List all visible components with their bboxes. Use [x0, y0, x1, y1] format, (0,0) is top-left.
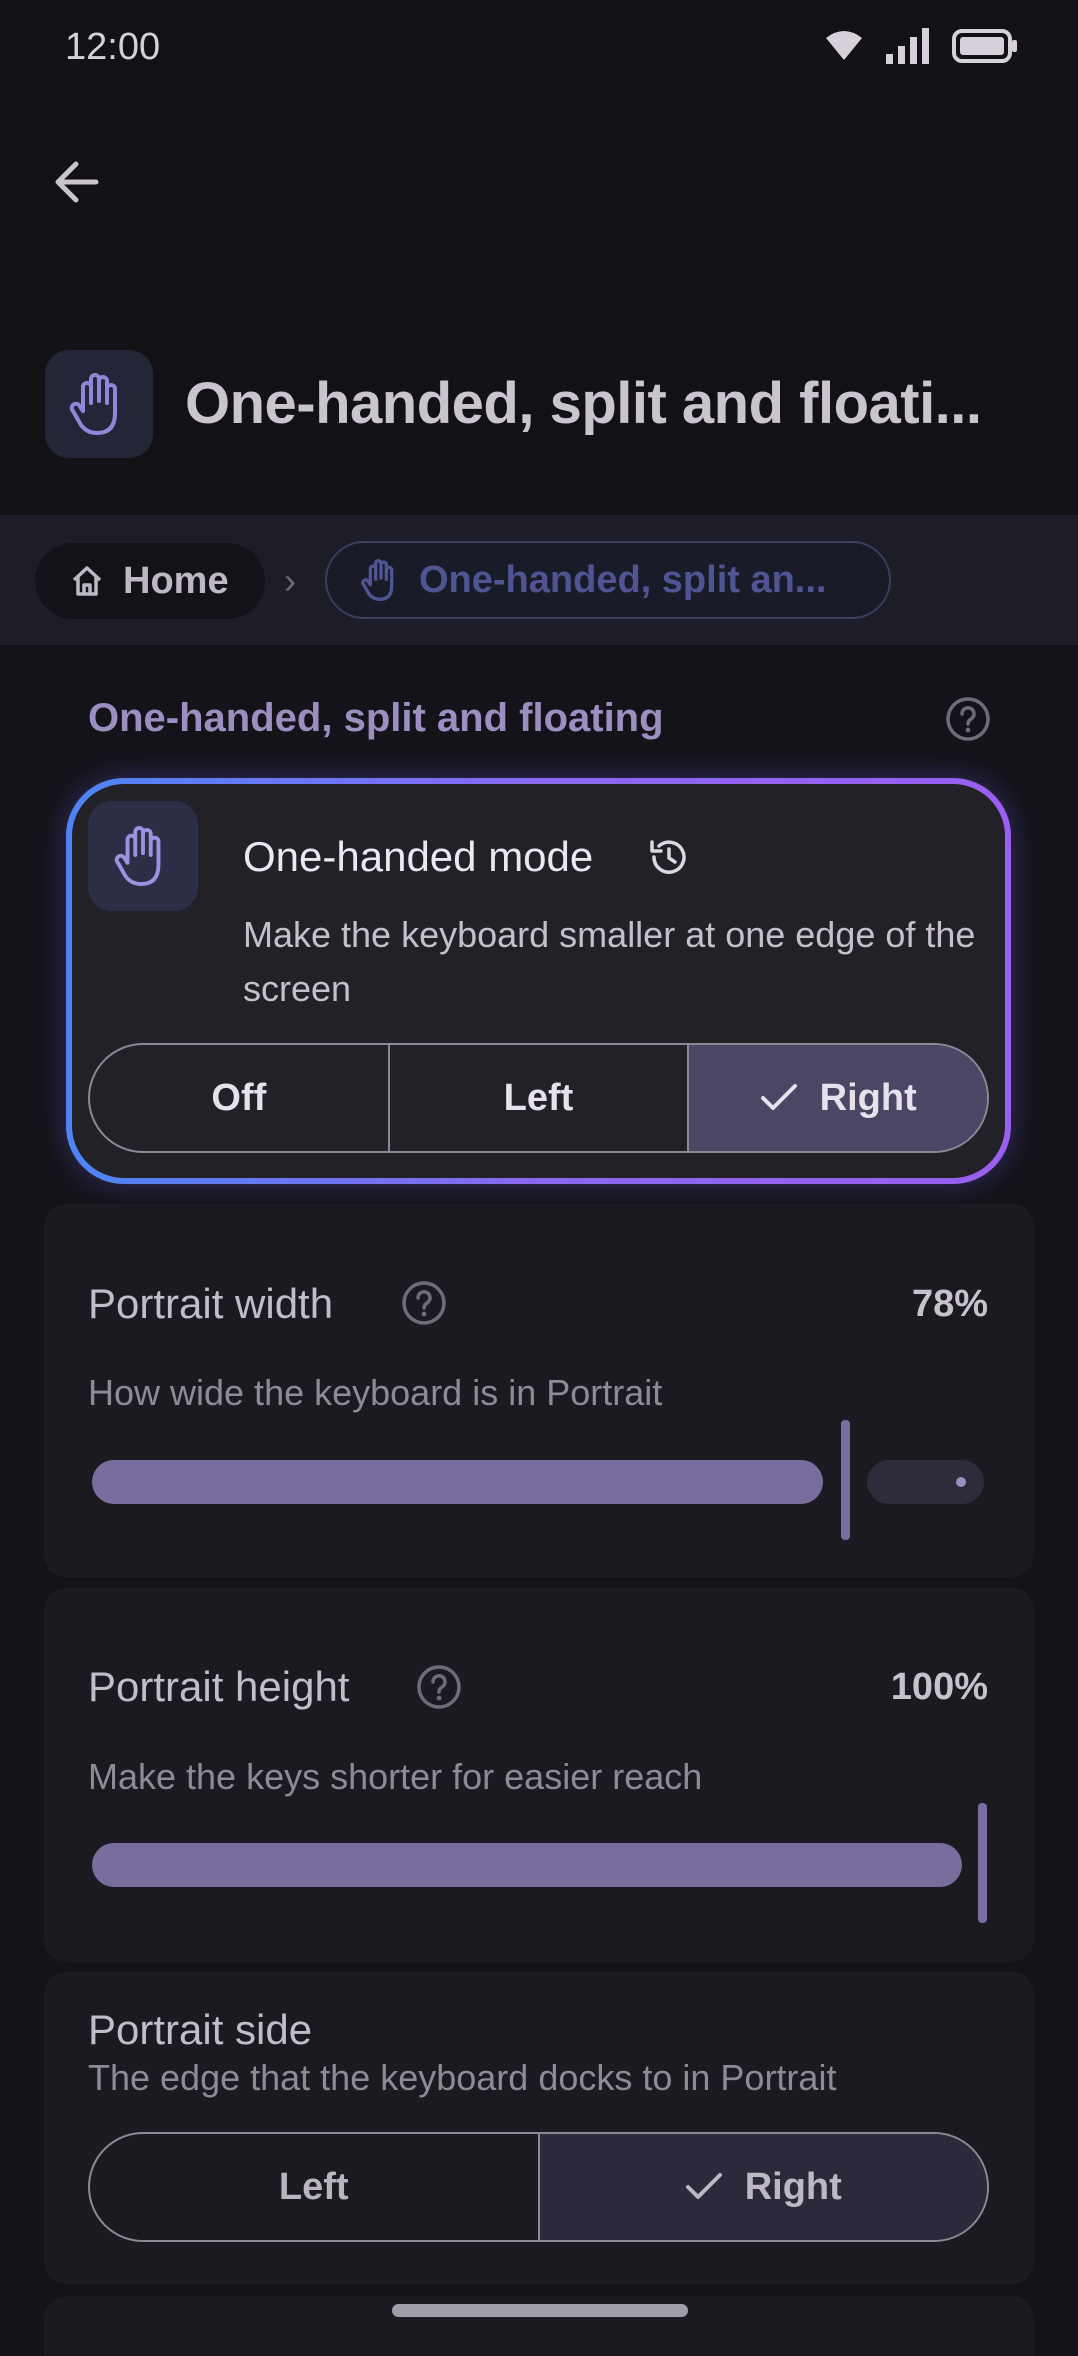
portrait-width-slider[interactable] [92, 1420, 984, 1540]
check-icon [685, 2173, 722, 2199]
check-icon [760, 1084, 797, 1110]
portrait-width-help-button[interactable] [400, 1279, 448, 1332]
back-button[interactable] [48, 152, 108, 212]
portrait-width-value: 78% [911, 1283, 988, 1325]
side-option-right[interactable]: Right [539, 2134, 987, 2240]
portrait-height-value: 100% [890, 1666, 988, 1708]
breadcrumb-home[interactable]: Home [35, 543, 265, 619]
side-option-left-label: Left [278, 2165, 349, 2208]
portrait-side-selector: Left Right [88, 2132, 989, 2242]
home-indicator[interactable] [392, 2304, 688, 2317]
status-icons [824, 28, 1018, 64]
side-option-left[interactable]: Left [90, 2134, 540, 2240]
option-off-label: Off [211, 1076, 267, 1119]
portrait-side-description: The edge that the keyboard docks to in P… [88, 2057, 837, 2098]
history-icon [650, 840, 686, 874]
breadcrumb-current-label: One-handed, split an... [419, 558, 827, 601]
back-arrow-icon [55, 161, 99, 203]
portrait-width-description: How wide the keyboard is in Portrait [88, 1372, 663, 1413]
help-icon [417, 1665, 461, 1709]
hand-icon [69, 373, 117, 435]
signal-icon [886, 28, 929, 64]
portrait-height-description: Make the keys shorter for easier reach [88, 1756, 703, 1797]
status-time: 12:00 [65, 26, 161, 68]
option-left-label: Left [503, 1076, 574, 1119]
one-handed-mode-icon [88, 801, 198, 911]
section-title: One-handed, split and floating [88, 696, 664, 740]
section-help-button[interactable] [944, 695, 992, 748]
slider-thumb[interactable] [841, 1420, 850, 1540]
portrait-height-label: Portrait height [88, 1663, 350, 1710]
one-handed-mode-description: Make the keyboard smaller at one edge of… [243, 914, 976, 1009]
hand-icon [114, 826, 161, 886]
option-right[interactable]: Right [689, 1045, 987, 1151]
slider-thumb[interactable] [978, 1803, 987, 1923]
slider-active-track [92, 1843, 962, 1887]
option-left[interactable]: Left [390, 1045, 690, 1151]
portrait-height-slider[interactable] [92, 1803, 992, 1923]
portrait-height-help-button[interactable] [415, 1663, 463, 1716]
portrait-side-label: Portrait side [88, 2006, 313, 2053]
help-icon [402, 1281, 446, 1325]
help-icon [946, 697, 990, 741]
top-app-area [0, 0, 1078, 515]
option-off[interactable]: Off [90, 1045, 390, 1151]
page-title: One-handed, split and floati... [185, 371, 982, 436]
wifi-icon [826, 31, 862, 60]
breadcrumb-home-label: Home [123, 559, 229, 602]
page-icon [45, 350, 153, 458]
side-option-right-label: Right [744, 2165, 842, 2208]
breadcrumb-current[interactable]: One-handed, split an... [325, 541, 891, 619]
reset-history-button[interactable] [646, 834, 692, 885]
home-icon [72, 566, 102, 596]
battery-icon [952, 29, 1017, 63]
slider-active-track [92, 1460, 823, 1504]
hand-icon [361, 559, 394, 601]
slider-end-stop [956, 1477, 966, 1487]
one-handed-mode-selector: Off Left Right [88, 1043, 989, 1153]
portrait-width-label: Portrait width [88, 1280, 334, 1327]
slider-inactive-track [867, 1460, 984, 1504]
breadcrumb-separator: › [284, 560, 296, 601]
one-handed-mode-title: One-handed mode [243, 833, 594, 880]
option-right-label: Right [819, 1076, 917, 1119]
